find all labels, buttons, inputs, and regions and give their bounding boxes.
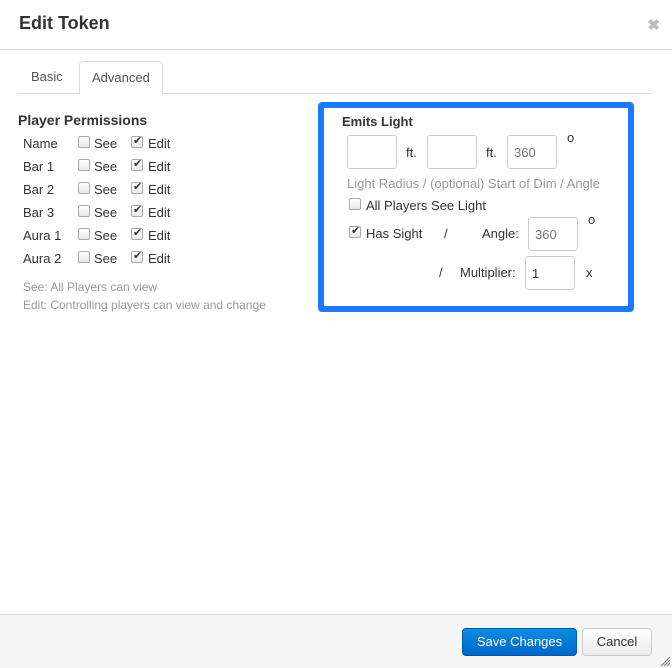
help-edit: Edit: Controlling players can view and c…	[23, 298, 266, 312]
permission-label: Bar 1	[23, 159, 55, 174]
edit-checkbox[interactable]	[131, 157, 143, 171]
multiplier-label: Multiplier:	[460, 265, 516, 280]
light-radius-input[interactable]	[347, 135, 397, 169]
help-see: See: All Players can view	[23, 280, 158, 294]
dim-start-input[interactable]	[427, 135, 477, 169]
cancel-button[interactable]: Cancel	[582, 628, 652, 656]
emits-light-panel: Emits Light ft. ft. o Light Radius / (op…	[318, 102, 634, 312]
all-players-see-light-label: All Players See Light	[366, 198, 486, 213]
permission-row: Bar 3 See Edit	[18, 201, 170, 224]
permission-row: Bar 1 See Edit	[18, 155, 170, 178]
edit-checkbox[interactable]	[131, 226, 143, 240]
see-label: See	[94, 182, 118, 197]
has-sight-checkbox[interactable]	[349, 224, 361, 238]
ft-label: ft.	[406, 145, 417, 160]
slash-separator: /	[439, 265, 443, 280]
ft-label: ft.	[486, 145, 497, 160]
emits-light-heading: Emits Light	[342, 114, 413, 129]
permission-label: Name	[23, 136, 58, 151]
edit-label: Edit	[148, 182, 171, 197]
edit-checkbox[interactable]	[131, 180, 143, 194]
degree-icon: o	[567, 130, 575, 145]
dialog-header: Edit Token ✖	[0, 0, 672, 50]
permission-row: Bar 2 See Edit	[18, 178, 170, 201]
edit-label: Edit	[148, 136, 171, 151]
degree-icon: o	[588, 212, 596, 227]
see-label: See	[94, 251, 118, 266]
see-checkbox[interactable]	[78, 251, 90, 263]
has-sight-label: Has Sight	[366, 226, 423, 241]
see-label: See	[94, 205, 118, 220]
tab-bar: Basic Advanced	[18, 61, 652, 95]
sight-angle-input[interactable]	[528, 217, 578, 251]
see-checkbox[interactable]	[78, 182, 90, 194]
dialog-footer: Save Changes Cancel	[0, 614, 672, 668]
edit-label: Edit	[148, 159, 171, 174]
sight-angle-label: Angle:	[482, 226, 519, 241]
tab-basic[interactable]: Basic	[19, 61, 75, 94]
permission-label: Aura 1	[23, 228, 62, 243]
close-icon[interactable]: ✖	[647, 16, 660, 34]
tab-advanced[interactable]: Advanced	[79, 61, 163, 95]
permissions-heading: Player Permissions	[18, 112, 148, 128]
multiplier-suffix: x	[586, 265, 593, 280]
see-checkbox[interactable]	[78, 136, 90, 148]
edit-label: Edit	[148, 251, 171, 266]
see-checkbox[interactable]	[78, 228, 90, 240]
all-players-see-light-checkbox[interactable]	[349, 198, 361, 210]
edit-checkbox[interactable]	[131, 134, 143, 148]
slash-separator: /	[444, 226, 448, 241]
save-changes-button[interactable]: Save Changes	[462, 628, 577, 656]
edit-checkbox[interactable]	[131, 249, 143, 263]
edit-label: Edit	[148, 205, 171, 220]
permission-row: Aura 2 See Edit	[18, 247, 170, 270]
permission-label: Bar 2	[23, 182, 55, 197]
player-permissions: Player Permissions Name See Edit Bar 1 See Ed…	[18, 112, 170, 270]
edit-checkbox[interactable]	[131, 203, 143, 217]
resize-grip-icon[interactable]	[660, 656, 670, 666]
multiplier-input[interactable]	[525, 256, 575, 290]
permission-row: Aura 1 See Edit	[18, 224, 170, 247]
see-label: See	[94, 159, 118, 174]
edit-label: Edit	[148, 228, 171, 243]
permission-label: Aura 2	[23, 251, 62, 266]
see-label: See	[94, 228, 118, 243]
permission-label: Bar 3	[23, 205, 55, 220]
light-angle-input[interactable]	[507, 135, 557, 169]
see-checkbox[interactable]	[78, 205, 90, 217]
permission-row: Name See Edit	[18, 132, 170, 155]
see-label: See	[94, 136, 118, 151]
see-checkbox[interactable]	[78, 159, 90, 171]
light-caption: Light Radius / (optional) Start of Dim /…	[347, 176, 600, 191]
dialog-title: Edit Token	[19, 13, 110, 33]
